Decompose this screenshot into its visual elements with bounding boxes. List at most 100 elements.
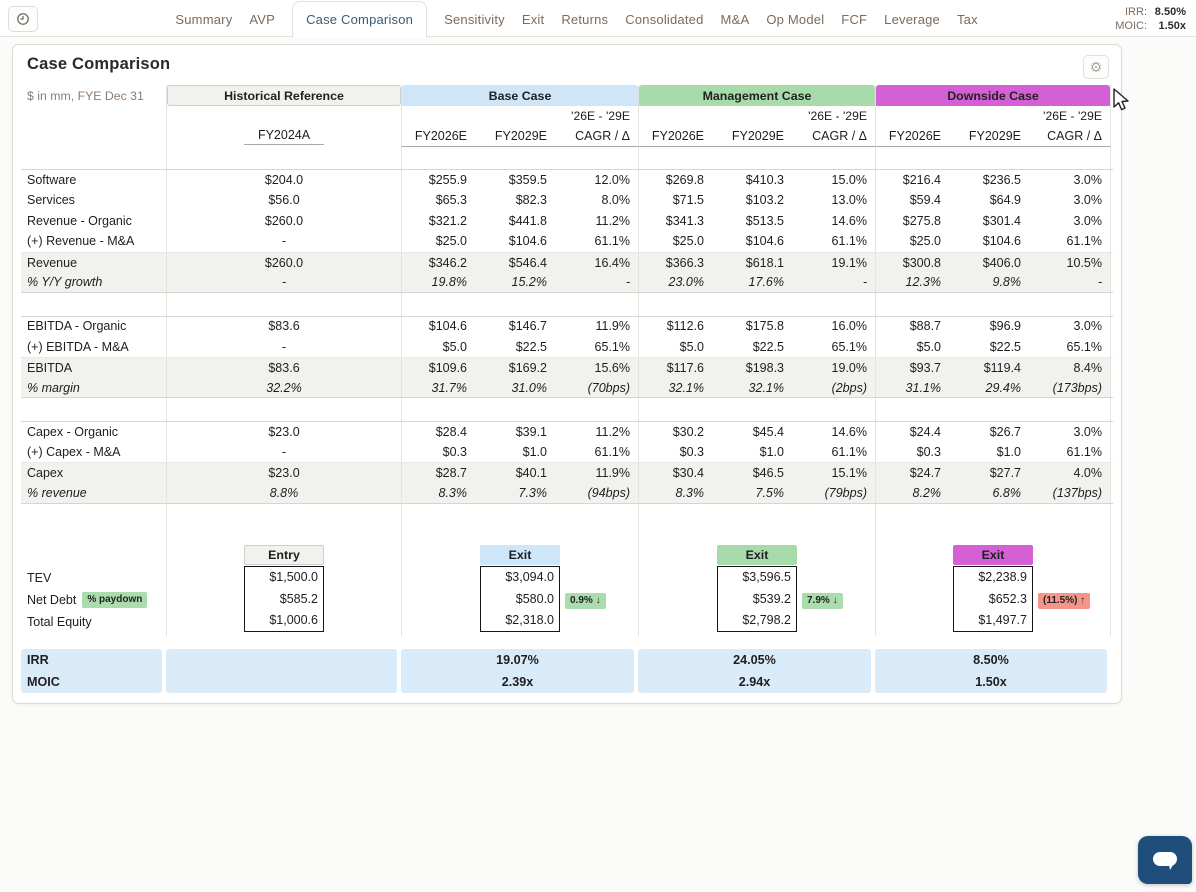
returns-value: 1.50x <box>875 671 1107 693</box>
cell-value: $104.6 <box>429 319 467 333</box>
equity-value: $2,238.9 <box>954 567 1032 589</box>
tab-op-model[interactable]: Op Model <box>766 1 824 37</box>
cell-value: $0.3 <box>917 445 941 459</box>
exit-header-cell: Exit <box>638 545 875 566</box>
cell-value: $83.6 <box>268 319 299 333</box>
cell: $410.3 <box>718 170 798 190</box>
cell: 65.1% <box>561 336 638 357</box>
cell: $109.6 <box>401 358 481 378</box>
tab-consolidated[interactable]: Consolidated <box>625 1 703 37</box>
cell: 4.0% <box>1035 463 1111 483</box>
returns-case-cell: 19.07%2.39x <box>401 649 638 693</box>
period-label: FY2029E <box>495 129 547 143</box>
cell-value: (2bps) <box>832 381 867 395</box>
cell: 32.2% <box>166 378 401 398</box>
cell-value: $112.6 <box>667 319 704 333</box>
cagr-range-row: '26E - '29E'26E - '29E'26E - '29E <box>21 106 1113 126</box>
cell-value: 19.0% <box>832 361 867 375</box>
spacer-cell <box>875 147 1111 169</box>
cell: $104.6 <box>955 231 1035 252</box>
cell: - <box>1035 272 1111 292</box>
tab-case-comparison[interactable]: Case Comparison <box>292 1 427 38</box>
tab-fcf[interactable]: FCF <box>841 1 867 37</box>
cell-value: 61.1% <box>1067 445 1102 459</box>
cell-value: $175.8 <box>746 319 784 333</box>
cell: (70bps) <box>561 378 638 398</box>
row-label-cell: % margin <box>21 378 166 398</box>
cell-value: 9.8% <box>993 275 1022 289</box>
returns-label: MOIC <box>21 671 162 693</box>
entry-header-cell: Entry <box>166 545 401 566</box>
cell: - <box>166 231 401 252</box>
equity-value: $652.3 <box>954 588 1032 610</box>
period-label: FY2029E <box>732 129 784 143</box>
tab-exit[interactable]: Exit <box>522 1 544 37</box>
change-badge: 7.9% ↓ <box>802 593 843 609</box>
row-label-cell: Capex - Organic <box>21 422 166 442</box>
cell: 7.5% <box>718 483 798 503</box>
cell-value: $65.3 <box>436 193 467 207</box>
cell-value: $441.8 <box>509 214 547 228</box>
spacer-cell <box>875 293 1111 316</box>
cell-value: 8.3% <box>676 486 705 500</box>
settings-button[interactable]: ⚙ <box>1083 55 1109 79</box>
spacer-cell <box>401 293 638 316</box>
cell: $30.2 <box>638 422 718 442</box>
cell: 61.1% <box>798 231 875 252</box>
chat-button[interactable] <box>1138 836 1192 884</box>
deal-row-label: Total Equity <box>27 611 92 633</box>
row-label: % margin <box>27 381 80 395</box>
cell: $24.7 <box>875 463 955 483</box>
cell-value: $71.5 <box>673 193 704 207</box>
row-label: Revenue - Organic <box>27 214 132 228</box>
cell: $146.7 <box>481 317 561 337</box>
cell: 11.2% <box>561 210 638 231</box>
table-row: (+) Capex - M&A-$0.3$1.061.1%$0.3$1.061.… <box>21 442 1113 463</box>
cagr-range-cell: '26E - '29E <box>1035 106 1111 126</box>
cell: $175.8 <box>718 317 798 337</box>
empty-cell <box>21 545 166 566</box>
cell: 3.0% <box>1035 190 1111 211</box>
tab-avp[interactable]: AVP <box>249 1 275 37</box>
table-row: Services$56.0$65.3$82.38.0%$71.5$103.213… <box>21 190 1113 211</box>
cell: 10.5% <box>1035 253 1111 273</box>
summary-metrics: IRR:8.50% MOIC:1.50x <box>1115 5 1186 33</box>
table-row: EBITDA$83.6$109.6$169.215.6%$117.6$198.3… <box>21 357 1113 378</box>
history-toggle-button[interactable] <box>8 6 38 32</box>
cell: 8.8% <box>166 483 401 503</box>
row-label-cell: % Y/Y growth <box>21 272 166 292</box>
cell-value: $104.6 <box>509 234 547 248</box>
cell-value: 31.0% <box>512 381 547 395</box>
cell-value: 61.1% <box>595 445 630 459</box>
returns-value: 24.05% <box>638 649 871 671</box>
cell: $198.3 <box>718 358 798 378</box>
tab-leverage[interactable]: Leverage <box>884 1 940 37</box>
row-label: Net Debt <box>27 593 76 607</box>
cell-value: 19.07% <box>496 653 539 667</box>
exit-header: Exit <box>953 545 1033 565</box>
empty-cell <box>21 106 166 126</box>
cell: 12.0% <box>561 170 638 190</box>
cell-value: $45.4 <box>753 425 784 439</box>
tab-tax[interactable]: Tax <box>957 1 978 37</box>
period-cell: FY2026E <box>875 126 955 147</box>
tab-sensitivity[interactable]: Sensitivity <box>444 1 505 37</box>
cell: $28.4 <box>401 422 481 442</box>
cell-value: $0.3 <box>680 445 704 459</box>
cell: $83.6 <box>166 317 401 337</box>
cell: $112.6 <box>638 317 718 337</box>
spacer-cell <box>21 504 166 545</box>
cell: (94bps) <box>561 483 638 503</box>
cell-value: 19.8% <box>432 275 467 289</box>
cell-value: $103.2 <box>746 193 784 207</box>
cell-value: $22.5 <box>990 340 1021 354</box>
cell: $5.0 <box>638 336 718 357</box>
returns-value: 2.94x <box>638 671 871 693</box>
tab-summary[interactable]: Summary <box>175 1 232 37</box>
tab-returns[interactable]: Returns <box>561 1 608 37</box>
cell-value: 14.6% <box>832 425 867 439</box>
cell-value: 65.1% <box>1067 340 1102 354</box>
cell-value: 11.9% <box>595 466 630 480</box>
cell-value: (79bps) <box>825 486 867 500</box>
tab-m-a[interactable]: M&A <box>721 1 750 37</box>
